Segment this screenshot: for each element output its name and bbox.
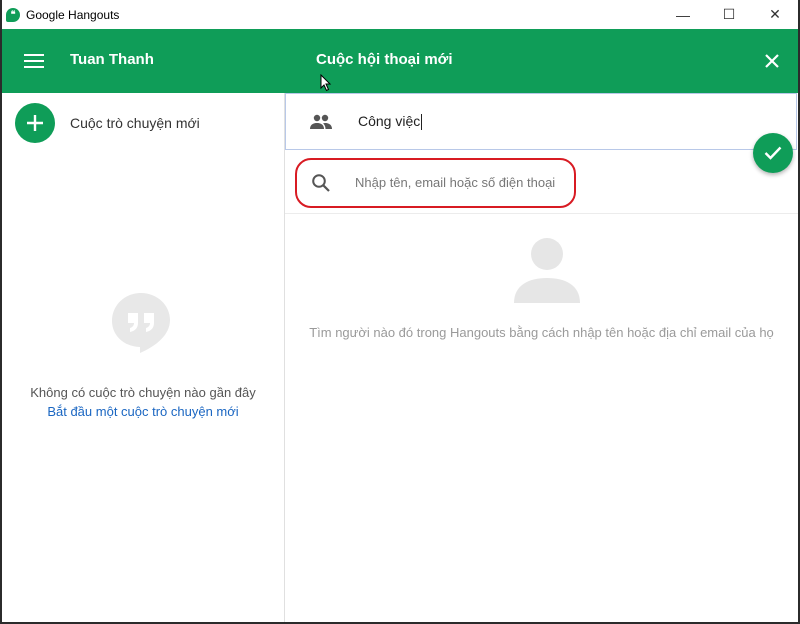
group-name-text: Công việc — [358, 112, 421, 129]
hangouts-window: ❝ Google Hangouts — ☐ ✕ Tuan Thanh Cuộc … — [2, 0, 798, 622]
hangouts-app-icon: ❝ — [6, 7, 20, 22]
close-icon — [765, 54, 779, 68]
window-controls: — ☐ ✕ — [660, 0, 798, 29]
minimize-button[interactable]: — — [660, 0, 706, 29]
search-hint: Tìm người nào đó trong Hangouts bằng các… — [309, 325, 774, 340]
empty-state-message: Không có cuộc trò chuyện nào gần đây — [30, 385, 256, 400]
menu-button[interactable] — [16, 45, 52, 77]
close-conversation-button[interactable] — [756, 45, 788, 77]
group-icon — [310, 114, 332, 129]
search-icon — [312, 174, 330, 192]
plus-icon — [27, 115, 43, 131]
check-icon — [764, 146, 782, 160]
new-conversation-pane: Công việc Tìm người nào đó trong Hangout… — [285, 93, 798, 622]
new-chat-label: Cuộc trò chuyện mới — [70, 115, 200, 131]
new-chat-fab[interactable] — [15, 103, 55, 143]
new-chat-button[interactable]: Cuộc trò chuyện mới — [15, 103, 200, 143]
conversation-title: Cuộc hội thoại mới — [316, 51, 453, 68]
quote-bubble-icon — [112, 293, 170, 353]
contact-search-input[interactable] — [355, 171, 585, 193]
text-caret — [421, 114, 423, 131]
window-close-button[interactable]: ✕ — [752, 0, 798, 29]
person-icon — [514, 238, 580, 303]
cursor-icon — [320, 74, 332, 92]
group-name-field[interactable]: Công việc — [285, 93, 797, 150]
user-name: Tuan Thanh — [70, 51, 154, 68]
group-name-value[interactable]: Công việc — [358, 112, 423, 131]
conversation-list-pane: Cuộc trò chuyện mới Không có cuộc trò ch… — [2, 93, 285, 622]
confirm-button[interactable] — [753, 133, 793, 173]
window-title: Google Hangouts — [26, 7, 120, 22]
maximize-button[interactable]: ☐ — [706, 0, 752, 29]
start-new-chat-link[interactable]: Bắt đầu một cuộc trò chuyện mới — [2, 404, 284, 419]
app-bar: Tuan Thanh Cuộc hội thoại mới — [2, 29, 798, 93]
search-row — [285, 151, 798, 214]
title-bar: ❝ Google Hangouts — ☐ ✕ — [2, 0, 798, 29]
menu-icon — [24, 54, 44, 68]
